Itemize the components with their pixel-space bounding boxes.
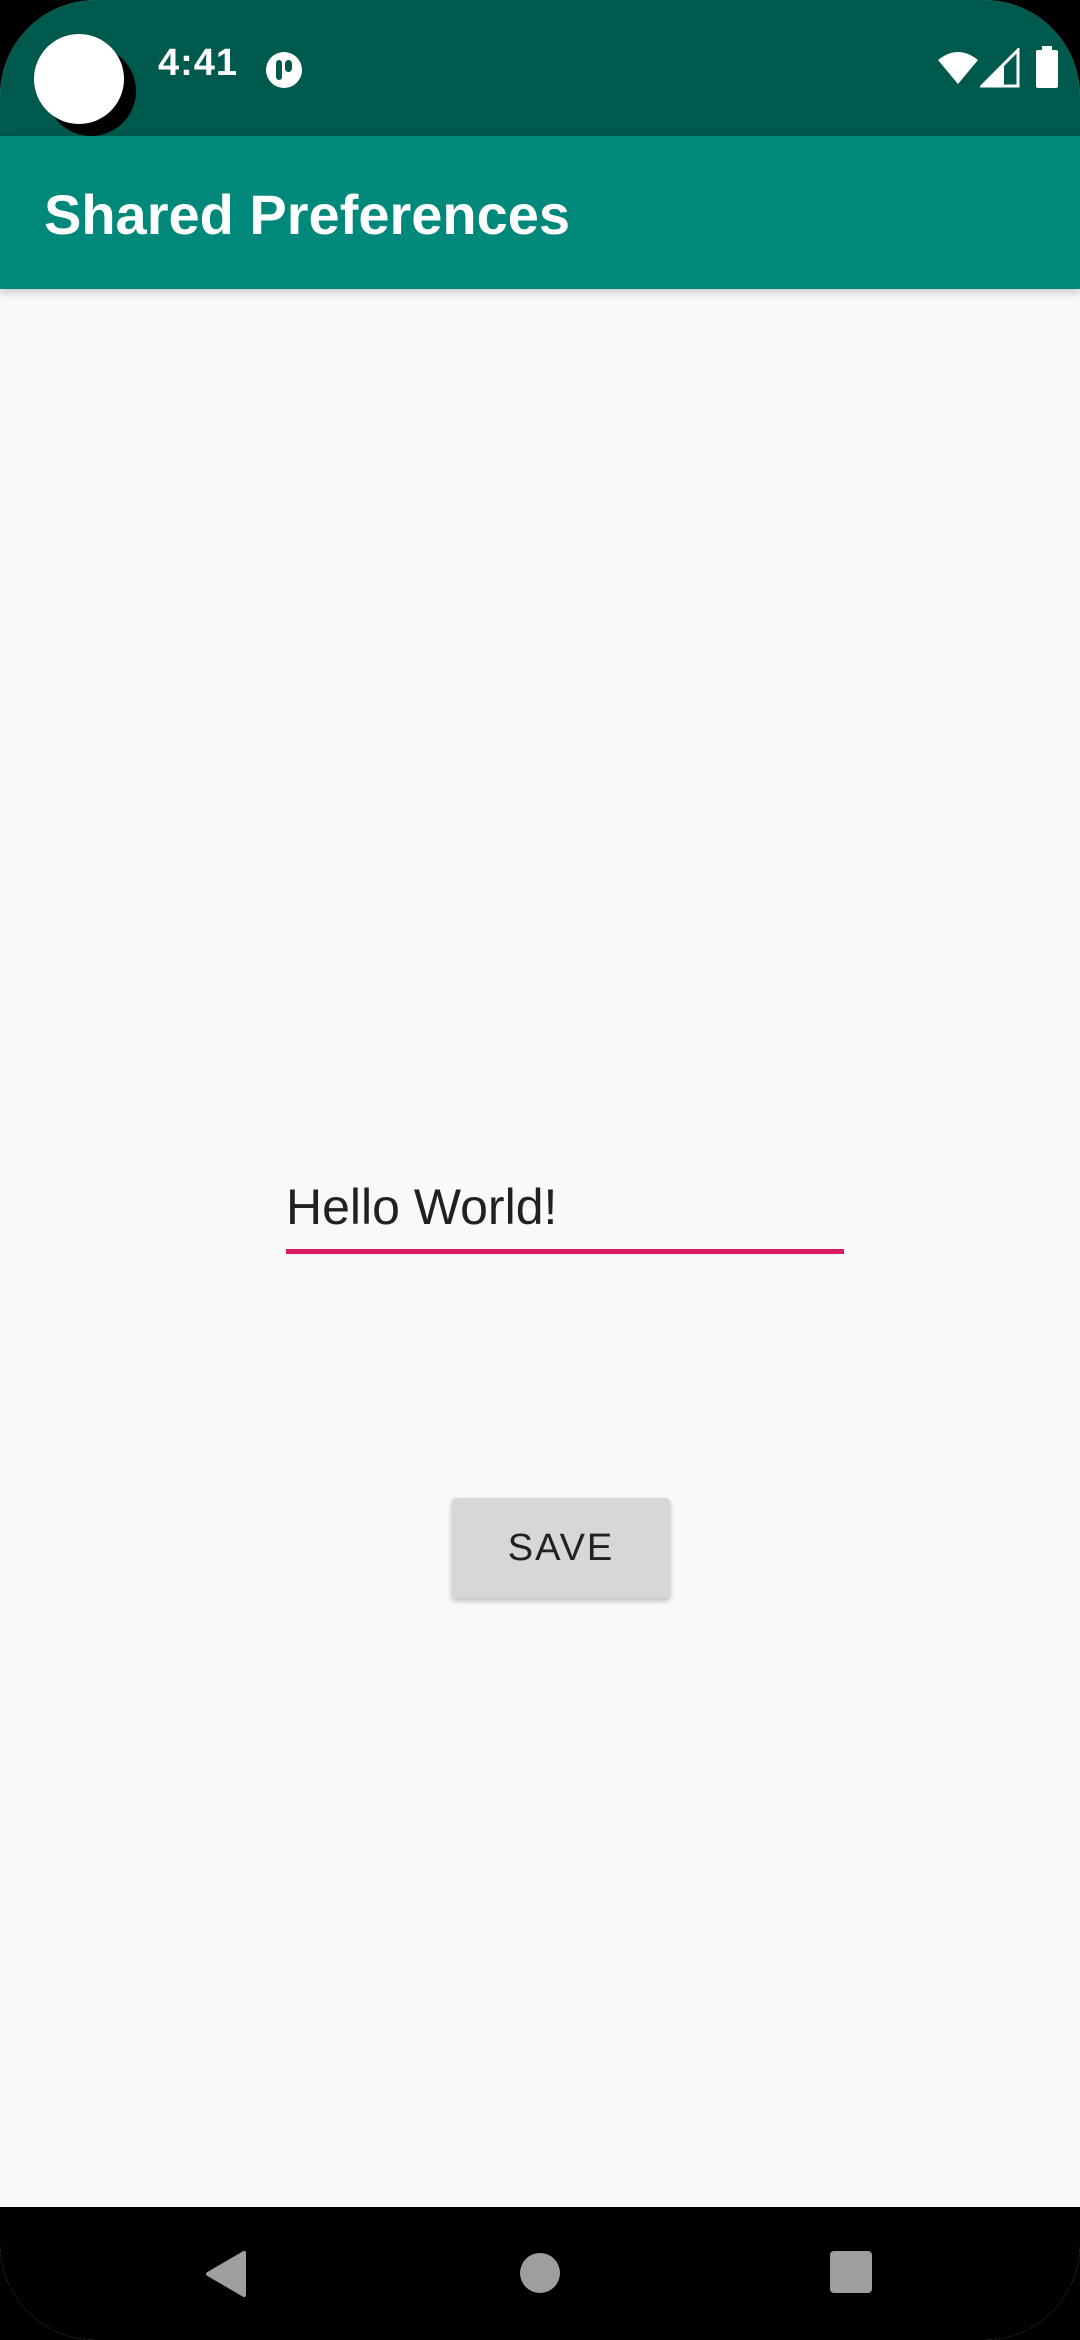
back-icon[interactable] (204, 2249, 248, 2299)
signal-icon (980, 48, 1020, 88)
recents-icon[interactable] (830, 2251, 872, 2293)
notification-icon (266, 52, 302, 88)
wifi-icon (938, 52, 978, 84)
camera-cutout (34, 34, 124, 124)
save-button[interactable]: SAVE (452, 1498, 670, 1598)
home-icon[interactable] (520, 2253, 560, 2293)
text-input-value: Hello World! (286, 1179, 558, 1235)
app-screen: 4:41 Shared Preferences Hello World! SAV… (0, 0, 1080, 2340)
app-title: Shared Preferences (44, 183, 571, 246)
app-bar: Shared Preferences (0, 136, 1080, 289)
text-input-underline (286, 1249, 844, 1254)
navigation-bar (0, 2207, 1080, 2340)
status-bar: 4:41 (0, 0, 1080, 136)
battery-icon (1036, 46, 1058, 88)
text-input[interactable]: Hello World! (286, 1168, 844, 1254)
status-time: 4:41 (158, 42, 239, 84)
